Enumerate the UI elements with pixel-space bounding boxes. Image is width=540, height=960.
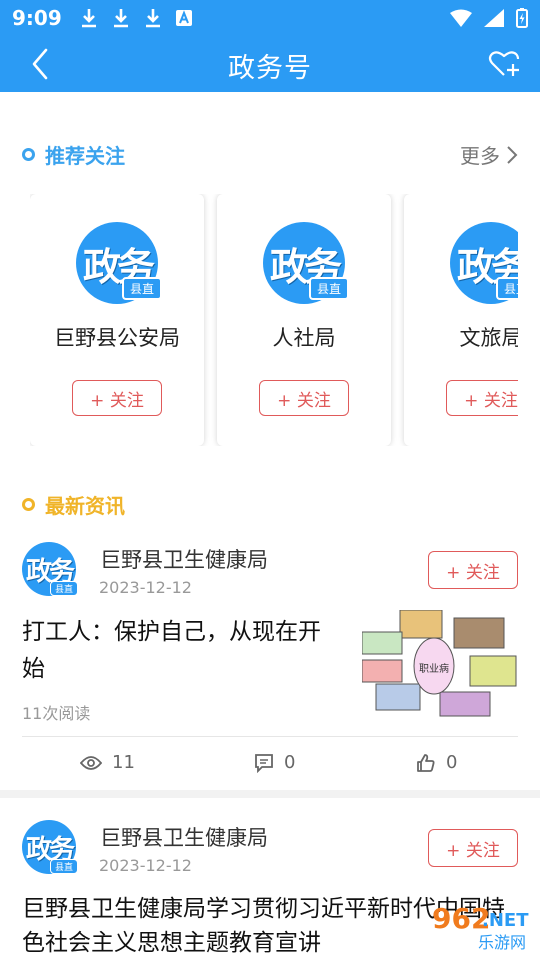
likes-stat[interactable]: 0 xyxy=(416,752,457,773)
news-heading-text: 最新资讯 xyxy=(45,494,125,518)
gov-logo: 政务 县直 xyxy=(76,222,162,304)
gov-logo: 政务 县直 xyxy=(450,222,518,304)
news-date: 2023-12-12 xyxy=(99,856,192,875)
card-name: 人社局 xyxy=(272,326,336,350)
battery-icon xyxy=(516,8,528,28)
views-stat[interactable]: 11 xyxy=(80,752,135,773)
news-source[interactable]: 巨野县卫生健康局 xyxy=(100,544,268,574)
bullet-dot-icon xyxy=(22,498,35,511)
comment-icon xyxy=(255,753,273,773)
download-icon xyxy=(113,9,128,28)
recommend-cards[interactable]: 政务 县直 巨野县公安局 + 关注 政务 县直 人社局 + 关注 政务 县直 文… xyxy=(30,194,518,446)
gov-logo-badge: 县直 xyxy=(49,859,78,874)
recommend-card[interactable]: 政务 县直 人社局 + 关注 xyxy=(217,194,391,446)
news-stats: 11 0 0 xyxy=(0,752,540,776)
recommend-heading: 推荐关注 xyxy=(22,140,125,169)
status-bar: 9:09 xyxy=(0,0,540,36)
watermark-subtitle: 乐游网 xyxy=(478,933,526,952)
bullet-dot-icon xyxy=(22,148,35,161)
news-source[interactable]: 巨野县卫生健康局 xyxy=(100,822,268,852)
follow-button[interactable]: + 关注 xyxy=(72,380,162,416)
source-avatar[interactable]: 政务 县直 xyxy=(22,820,78,874)
title-bar: 政务号 xyxy=(0,36,540,92)
gov-logo-badge: 县直 xyxy=(49,581,78,596)
comments-stat[interactable]: 0 xyxy=(254,752,295,773)
news-headline[interactable]: 打工人：保护自己，从现在开始 xyxy=(22,614,342,688)
wifi-icon xyxy=(450,9,472,27)
recommend-heading-text: 推荐关注 xyxy=(45,144,125,168)
more-link-label: 更多 xyxy=(460,144,500,168)
site-watermark-logo: 962 .NET 乐游网 xyxy=(432,902,529,952)
read-count: 11次阅读 xyxy=(22,704,91,723)
news-thumbnail[interactable]: 职业病 xyxy=(362,610,518,720)
heart-plus-icon[interactable] xyxy=(486,46,522,82)
eye-icon xyxy=(80,755,102,770)
divider xyxy=(22,736,518,737)
news-date: 2023-12-12 xyxy=(99,578,192,597)
comments-count: 0 xyxy=(284,752,296,773)
page-title: 政务号 xyxy=(228,53,312,84)
recommend-card[interactable]: 政务 县直 文旅局 + 关注 xyxy=(404,194,518,446)
watermark-suffix: .NET xyxy=(482,910,529,931)
more-link[interactable]: 更多 xyxy=(460,140,518,169)
follow-button[interactable]: + 关注 xyxy=(428,829,518,867)
follow-button[interactable]: + 关注 xyxy=(259,380,349,416)
translate-icon xyxy=(175,10,192,26)
signal-icon xyxy=(484,9,504,27)
gov-logo-badge: 县直 xyxy=(121,277,162,300)
status-notification-icons xyxy=(80,8,192,28)
follow-button[interactable]: + 关注 xyxy=(446,380,518,416)
news-heading: 最新资讯 xyxy=(22,490,125,519)
chevron-right-icon xyxy=(507,145,518,164)
thumb-center-label: 职业病 xyxy=(419,662,449,675)
thumbs-up-icon xyxy=(417,753,435,772)
gov-logo-badge: 县直 xyxy=(308,277,349,300)
gov-logo: 政务 县直 xyxy=(263,222,349,304)
news-section: 最新资讯 政务 县直 巨野县卫生健康局 2023-12-12 + 关注 打工人：… xyxy=(0,472,540,790)
recommend-section: 推荐关注 更多 政务 县直 巨野县公安局 + 关注 政务 县直 人社局 + 关注… xyxy=(0,92,540,472)
status-time: 9:09 xyxy=(12,6,62,30)
download-icon xyxy=(81,9,96,28)
download-icon xyxy=(145,9,160,28)
card-name: 文旅局 xyxy=(459,326,519,350)
follow-button[interactable]: + 关注 xyxy=(428,551,518,589)
source-avatar[interactable]: 政务 县直 xyxy=(22,542,78,596)
views-count: 11 xyxy=(112,752,135,773)
recommend-card[interactable]: 政务 县直 巨野县公安局 + 关注 xyxy=(30,194,204,446)
likes-count: 0 xyxy=(446,752,458,773)
status-system-icons xyxy=(450,8,528,28)
gov-logo-badge: 县直 xyxy=(495,277,518,300)
card-name: 巨野县公安局 xyxy=(54,326,180,350)
